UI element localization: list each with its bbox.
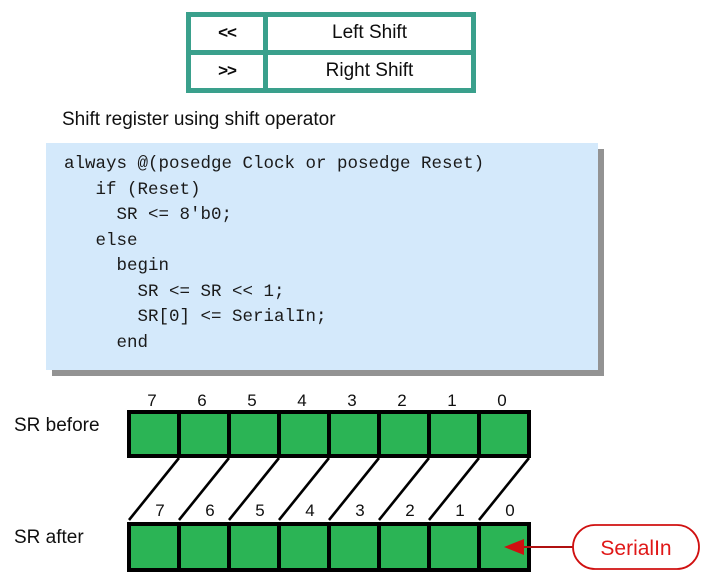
register-cell — [477, 410, 531, 458]
bit-index-row-top: 7 6 5 4 3 2 1 0 — [147, 391, 506, 410]
operator-name-left-shift: Left Shift — [268, 17, 471, 50]
register-cell — [177, 410, 231, 458]
verilog-code-text: always @(posedge Clock or posedge Reset)… — [64, 154, 485, 353]
bit-index-bottom: 2 — [405, 501, 414, 520]
table-row: >> Right Shift — [191, 50, 471, 88]
register-cell — [127, 410, 181, 458]
register-cell — [227, 410, 281, 458]
left-shift-symbol-text: << — [218, 23, 237, 42]
shift-register-diagram: SR before SR after 7 6 5 4 3 2 1 0 7 6 5… — [14, 391, 700, 572]
bit-index-top: 6 — [197, 391, 206, 410]
bit-index-top: 3 — [347, 391, 356, 410]
page-title: Shift register using shift operator — [62, 109, 336, 130]
sr-before-cells — [127, 410, 531, 458]
register-cell — [227, 522, 281, 572]
shift-arrow-line — [377, 457, 431, 521]
bit-index-top: 7 — [147, 391, 156, 410]
serialin-callout-label: SerialIn — [600, 537, 671, 560]
operator-symbol-left-shift: << — [191, 17, 268, 50]
register-cell — [177, 522, 231, 572]
register-cell — [277, 522, 331, 572]
shift-arrow-line — [277, 457, 331, 521]
register-cell — [327, 522, 381, 572]
register-cell — [427, 410, 481, 458]
shift-arrow-line — [327, 457, 381, 521]
shift-arrow-line — [127, 457, 181, 521]
bit-index-top: 5 — [247, 391, 256, 410]
code-block: always @(posedge Clock or posedge Reset)… — [46, 143, 598, 370]
bit-index-bottom: 4 — [305, 501, 314, 520]
bit-index-top: 1 — [447, 391, 456, 410]
bit-index-bottom: 3 — [355, 501, 364, 520]
register-cell — [377, 522, 431, 572]
bit-index-bottom: 1 — [455, 501, 464, 520]
register-cell — [377, 410, 431, 458]
bit-index-bottom: 7 — [155, 501, 164, 520]
operator-name-right-shift: Right Shift — [268, 50, 471, 88]
register-cell — [277, 410, 331, 458]
bit-index-bottom: 6 — [205, 501, 214, 520]
shift-arrow-line — [477, 457, 531, 521]
bit-index-top: 0 — [497, 391, 506, 410]
sr-after-cells — [127, 522, 531, 572]
sr-after-label: SR after — [14, 527, 84, 548]
register-cell — [127, 522, 181, 572]
sr-before-label: SR before — [14, 415, 100, 436]
shift-arrow-line — [177, 457, 231, 521]
bit-index-top: 4 — [297, 391, 306, 410]
shift-arrow-line — [427, 457, 481, 521]
bit-index-top: 2 — [397, 391, 406, 410]
register-cell — [427, 522, 481, 572]
serialin-callout: SerialIn — [504, 524, 700, 570]
right-shift-symbol-text: >> — [218, 61, 237, 80]
bit-index-bottom: 5 — [255, 501, 264, 520]
bit-index-bottom: 0 — [505, 501, 514, 520]
shift-connector-lines — [127, 457, 531, 521]
shift-arrow-line — [227, 457, 281, 521]
register-cell — [327, 410, 381, 458]
shift-operator-table: << Left Shift >> Right Shift — [186, 12, 476, 93]
operator-symbol-right-shift: >> — [191, 50, 268, 88]
table-row: << Left Shift — [191, 17, 471, 50]
